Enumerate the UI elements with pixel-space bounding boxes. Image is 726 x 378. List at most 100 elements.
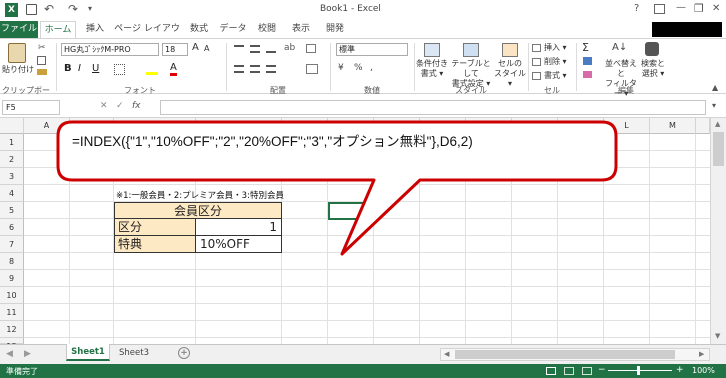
- cells-group-label: セル: [544, 86, 560, 95]
- minimize-button[interactable]: —: [676, 2, 686, 13]
- autosum-icon[interactable]: Σ: [582, 41, 589, 54]
- paste-button[interactable]: 貼り付け: [2, 65, 34, 75]
- tab-view[interactable]: 表示: [286, 21, 316, 38]
- page-break-view-icon[interactable]: [582, 367, 592, 375]
- tab-formulas[interactable]: 数式: [184, 21, 214, 38]
- cancel-icon[interactable]: ✕: [100, 101, 108, 111]
- sort-filter-icon[interactable]: A↓: [612, 42, 627, 53]
- qat-customize-icon[interactable]: ▾: [88, 4, 92, 13]
- format-cells-button[interactable]: 書式 ▾: [544, 71, 567, 81]
- underline-button[interactable]: U: [92, 63, 99, 74]
- add-sheet-icon[interactable]: +: [178, 347, 190, 359]
- zoom-out-icon[interactable]: −: [598, 365, 606, 375]
- account-area[interactable]: [652, 22, 722, 37]
- insert-cells-icon: [532, 44, 541, 52]
- collapse-ribbon-icon[interactable]: ▲: [712, 83, 718, 92]
- scroll-down-icon[interactable]: ▼: [715, 332, 720, 340]
- zoom-slider-thumb[interactable]: [637, 366, 640, 375]
- clear-icon[interactable]: [583, 71, 592, 78]
- font-name-select[interactable]: HG丸ｺﾞｼｯｸM-PRO: [61, 43, 159, 56]
- expand-formula-icon[interactable]: ▾: [712, 101, 716, 110]
- ribbon: 貼り付け ✂ クリップボード HG丸ｺﾞｼｯｸM-PRO 18 A A B I …: [0, 38, 726, 106]
- tab-insert[interactable]: 挿入: [80, 21, 110, 38]
- tab-review[interactable]: 校閲: [252, 21, 282, 38]
- horizontal-scrollbar[interactable]: ◀ ▶: [440, 348, 710, 361]
- ribbon-tabs: ファイル ホーム 挿入 ページ レイアウト 数式 データ 校閲 表示 開発: [0, 21, 726, 51]
- excel-logo-icon: X: [5, 3, 18, 17]
- comma-icon[interactable]: ,: [370, 63, 373, 73]
- paste-icon[interactable]: [8, 43, 26, 63]
- tab-page-layout[interactable]: ページ レイアウト: [114, 21, 180, 51]
- horizontal-scroll-thumb[interactable]: [455, 350, 675, 359]
- delete-cells-icon: [532, 58, 541, 66]
- percent-icon[interactable]: %: [354, 63, 363, 73]
- grow-font-icon[interactable]: A: [192, 42, 199, 53]
- save-icon[interactable]: [26, 4, 37, 15]
- sheet-tab-active[interactable]: Sheet1: [66, 344, 110, 361]
- align-right-icon[interactable]: [266, 65, 276, 73]
- format-as-table-icon[interactable]: [463, 43, 479, 57]
- zoom-in-icon[interactable]: +: [676, 365, 684, 375]
- font-size-select[interactable]: 18: [162, 43, 188, 56]
- orientation-icon[interactable]: ab: [284, 43, 295, 53]
- align-bottom-icon[interactable]: [266, 45, 276, 53]
- vertical-scrollbar[interactable]: ▲ ▼: [710, 118, 726, 344]
- shrink-font-icon[interactable]: A: [204, 44, 209, 53]
- scroll-right-icon[interactable]: ▶: [699, 350, 704, 358]
- italic-button[interactable]: I: [78, 63, 81, 74]
- conditional-format-icon[interactable]: [424, 43, 440, 57]
- title-bar: X ↶ ↷ ▾ Book1 - Excel ? — ❐ ✕: [0, 0, 726, 21]
- fill-icon[interactable]: [583, 57, 592, 65]
- align-top-icon[interactable]: [234, 45, 244, 53]
- find-select-button[interactable]: 検索と 選択 ▾: [638, 59, 668, 79]
- restore-button[interactable]: ❐: [694, 2, 704, 15]
- zoom-level[interactable]: 100%: [692, 366, 715, 375]
- undo-icon[interactable]: ↶: [44, 2, 54, 16]
- fill-color-icon[interactable]: [146, 65, 158, 75]
- zoom-slider[interactable]: [608, 370, 672, 371]
- ribbon-display-icon[interactable]: [654, 4, 665, 14]
- cell-styles-icon[interactable]: [502, 43, 518, 57]
- tab-file[interactable]: ファイル: [0, 21, 38, 38]
- next-sheet-icon[interactable]: ▶: [24, 349, 31, 359]
- border-icon[interactable]: [114, 64, 125, 75]
- prev-sheet-icon[interactable]: ◀: [6, 349, 13, 359]
- cut-icon[interactable]: ✂: [38, 43, 46, 53]
- delete-cells-button[interactable]: 削除 ▾: [544, 57, 567, 67]
- copy-icon[interactable]: [37, 56, 46, 65]
- tab-data[interactable]: データ: [218, 21, 248, 38]
- font-color-icon[interactable]: A: [170, 62, 177, 76]
- status-bar: 準備完了 − + 100%: [0, 364, 726, 378]
- help-button[interactable]: ?: [634, 3, 639, 14]
- merge-center-icon[interactable]: [306, 64, 318, 74]
- worksheet-grid[interactable]: A B C D E F G H I J K L M 1 2 3 4 5 6 7 …: [0, 118, 726, 351]
- tab-home[interactable]: ホーム: [40, 21, 76, 38]
- redo-icon[interactable]: ↷: [68, 2, 78, 16]
- wrap-text-icon[interactable]: [306, 44, 316, 53]
- scroll-up-icon[interactable]: ▲: [715, 120, 720, 128]
- bold-button[interactable]: B: [64, 63, 72, 74]
- status-ready: 準備完了: [6, 367, 38, 376]
- enter-icon[interactable]: ✓: [116, 101, 124, 111]
- find-select-icon[interactable]: [645, 42, 659, 56]
- align-middle-icon[interactable]: [250, 45, 260, 53]
- close-button[interactable]: ✕: [712, 3, 720, 14]
- insert-cells-button[interactable]: 挿入 ▾: [544, 43, 567, 53]
- name-box[interactable]: F5: [2, 100, 60, 115]
- insert-function-icon[interactable]: fx: [132, 101, 141, 111]
- tab-developer[interactable]: 開発: [320, 21, 350, 38]
- align-center-icon[interactable]: [250, 65, 260, 73]
- font-group-label: フォント: [124, 86, 156, 95]
- scroll-left-icon[interactable]: ◀: [444, 350, 449, 358]
- formula-input[interactable]: [160, 100, 706, 115]
- page-layout-view-icon[interactable]: [564, 367, 574, 375]
- callout-formula-text: =INDEX({"1","10%OFF";"2","20%OFF";"3","オ…: [72, 134, 473, 149]
- currency-icon[interactable]: ¥: [338, 63, 344, 73]
- sheet-tab[interactable]: Sheet3: [112, 345, 156, 361]
- conditional-format-button[interactable]: 条件付き 書式 ▾: [414, 59, 450, 79]
- normal-view-icon[interactable]: [546, 367, 556, 375]
- format-painter-icon[interactable]: [37, 69, 47, 75]
- number-format-select[interactable]: 標準: [336, 43, 408, 56]
- vertical-scroll-thumb[interactable]: [713, 132, 724, 166]
- align-left-icon[interactable]: [234, 65, 244, 73]
